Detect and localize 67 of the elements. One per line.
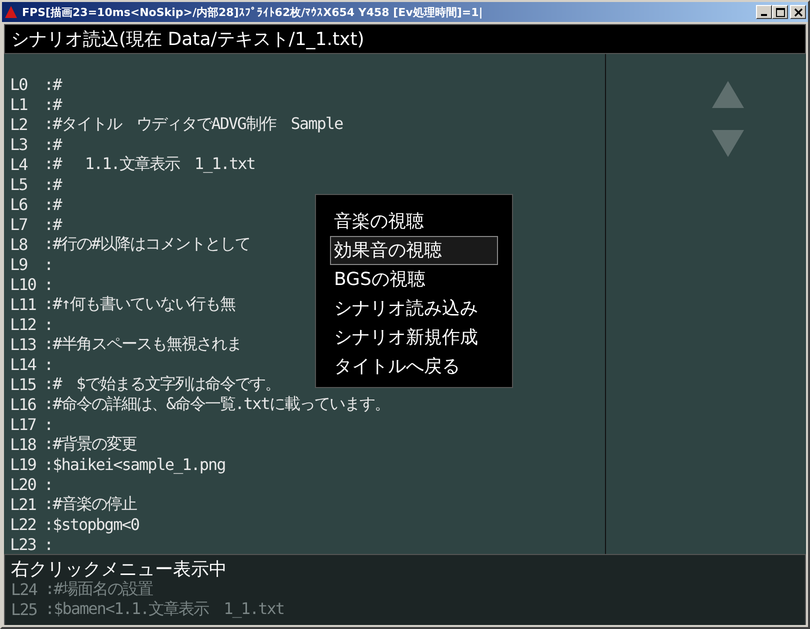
code-line: :# <box>44 174 62 194</box>
line-number: L8 <box>10 234 28 254</box>
code-line: : <box>44 474 53 494</box>
line-number: L0 <box>10 74 28 94</box>
menu-item[interactable]: BGSの視聴 <box>330 265 498 294</box>
line-number: L24 <box>11 580 38 598</box>
code-line: : <box>44 534 53 554</box>
line-number: L15 <box>10 374 37 394</box>
line-number: L13 <box>10 334 37 354</box>
code-line: :#↑何も書いていない行も無 <box>44 294 235 314</box>
code-line: :#行の#以降はコメントとして <box>44 234 250 254</box>
code-line: :# <box>44 94 62 114</box>
menu-item[interactable]: タイトルへ戻る <box>330 352 498 381</box>
code-line: :$haikei<sample_1.png <box>44 454 226 474</box>
line-number: L1 <box>10 94 28 114</box>
menu-item[interactable]: 効果音の視聴 <box>330 236 498 265</box>
line-number: L9 <box>10 254 28 274</box>
line-number: L2 <box>10 114 28 134</box>
code-line: :# <box>44 134 62 154</box>
code-line: :#タイトル ウディタでADVG制作 Sample <box>44 114 343 134</box>
code-line: :$bamen<1.1.文章表示 1_1.txt <box>45 598 284 620</box>
maximize-button[interactable] <box>772 5 788 19</box>
code-line: :# $で始まる文字列は命令です。 <box>44 374 280 394</box>
code-line: :# <box>44 74 62 94</box>
code-line: :#命令の詳細は、&命令一覧.txtに載っています。 <box>44 394 390 414</box>
close-button[interactable] <box>790 5 806 19</box>
code-line: : <box>44 254 53 274</box>
line-number: L4 <box>10 154 28 174</box>
code-line: :#半角スペースも無視されま <box>44 334 242 354</box>
line-number: L18 <box>10 434 37 454</box>
code-line: : <box>44 314 53 334</box>
line-number: L19 <box>10 454 37 474</box>
line-number: L22 <box>10 514 37 534</box>
line-number: L16 <box>10 394 37 414</box>
maximize-icon <box>776 8 784 16</box>
code-line: :# 1.1.文章表示 1_1.txt <box>44 154 255 174</box>
line-number: L25 <box>11 600 38 618</box>
line-number: L10 <box>10 274 37 294</box>
code-line: :# <box>44 214 62 234</box>
code-line: :# <box>44 194 62 214</box>
app-icon <box>4 5 18 19</box>
header-title: シナリオ読込(現在 Data/テキスト/1_1.txt) <box>11 28 364 51</box>
menu-item[interactable]: 音楽の視聴 <box>330 207 498 236</box>
line-number: L17 <box>10 414 37 434</box>
line-number: L6 <box>10 194 28 214</box>
code-line: :$stopbgm<0 <box>44 514 139 534</box>
line-number: L21 <box>10 494 37 514</box>
code-line: :#音楽の停止 <box>44 494 136 514</box>
line-number: L14 <box>10 354 38 374</box>
menu-item[interactable]: シナリオ読み込み <box>330 294 498 323</box>
line-number: L20 <box>10 474 37 494</box>
line-number: L12 <box>10 314 37 334</box>
status-message: 右クリックメニュー表示中 <box>11 558 228 579</box>
code-line: :#背景の変更 <box>44 434 136 454</box>
code-line: : <box>44 354 53 374</box>
line-number: L11 <box>10 294 37 314</box>
line-number: L7 <box>10 214 28 234</box>
window-title: FPS[描画23=10ms<NoSkip>/内部28]ｽﾌﾟﾗｲﾄ62枚/ﾏｳｽX654 Y458 [Ev処理時間]=1| <box>22 4 484 20</box>
line-number: L5 <box>10 174 28 194</box>
close-icon <box>794 8 802 16</box>
code-line: : <box>44 274 53 294</box>
code-line: : <box>44 414 53 434</box>
code-line: :#場面名の設置 <box>45 578 152 600</box>
minimize-button[interactable] <box>756 5 772 19</box>
line-number: L3 <box>10 134 28 154</box>
menu-item[interactable]: シナリオ新規作成 <box>330 323 498 352</box>
line-number: L23 <box>10 534 37 554</box>
